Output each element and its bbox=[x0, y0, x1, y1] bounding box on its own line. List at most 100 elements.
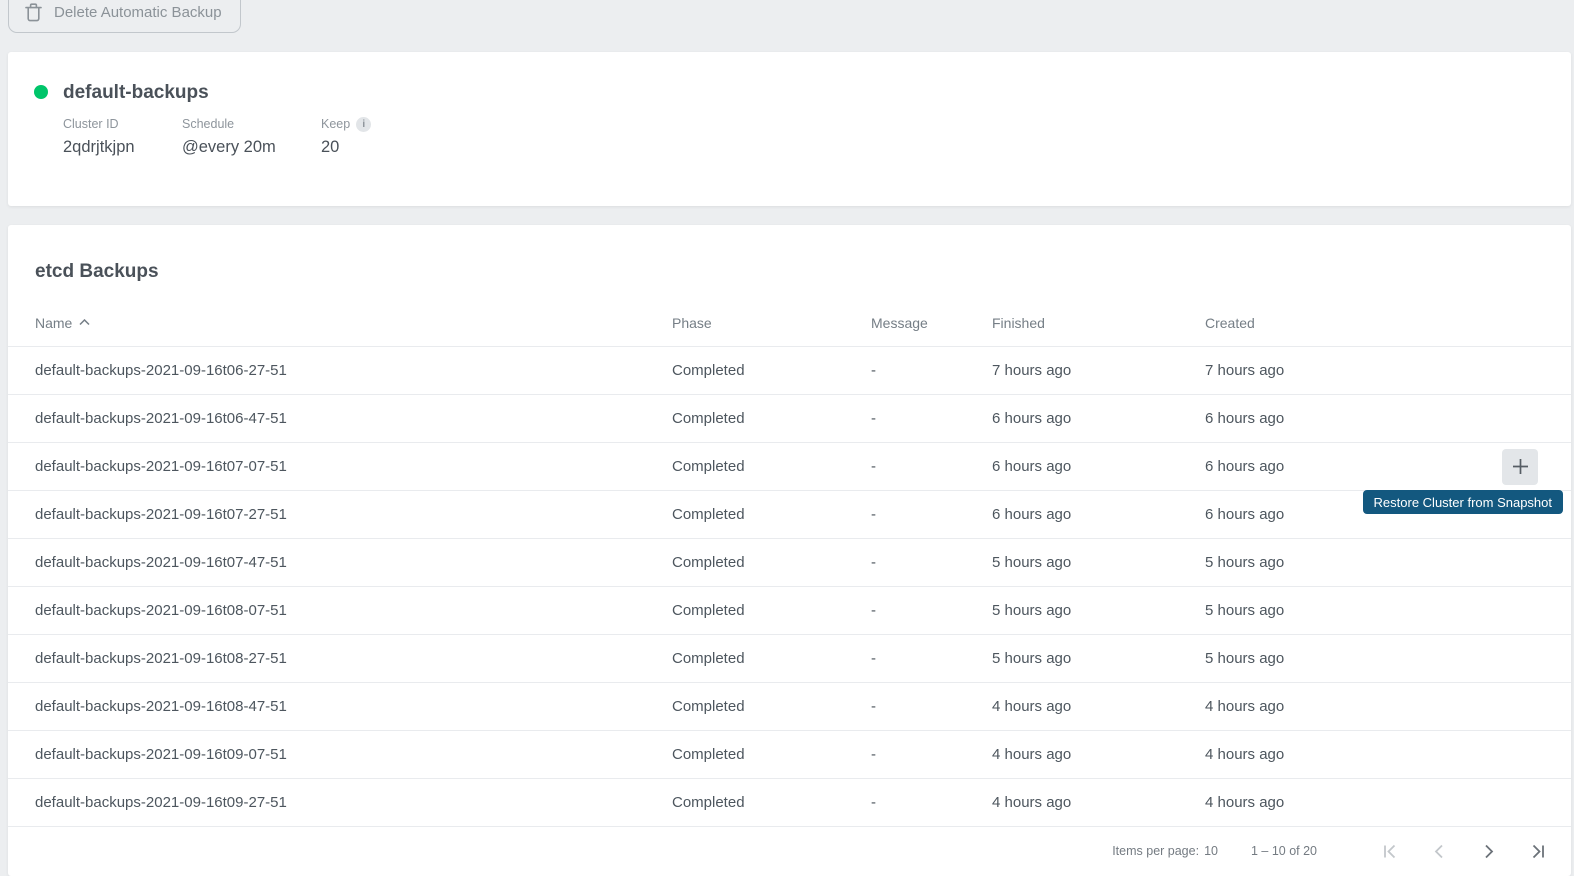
cell-message: - bbox=[871, 746, 992, 763]
cell-message: - bbox=[871, 602, 992, 619]
backup-config-card: default-backups Cluster ID 2qdrjtkjpn Sc… bbox=[8, 52, 1571, 206]
cell-message: - bbox=[871, 458, 992, 475]
cell-actions bbox=[1468, 449, 1571, 485]
cell-created: 4 hours ago bbox=[1205, 698, 1571, 715]
delete-button-label: Delete Automatic Backup bbox=[54, 4, 222, 21]
field-schedule: Schedule @every 20m bbox=[182, 116, 321, 157]
cell-name: default-backups-2021-09-16t06-47-51 bbox=[35, 410, 672, 427]
delete-automatic-backup-button[interactable]: Delete Automatic Backup bbox=[8, 0, 241, 33]
field-value: 2qdrjtkjpn bbox=[63, 138, 182, 157]
field-label-text: Keep bbox=[321, 117, 350, 131]
cell-finished: 5 hours ago bbox=[992, 602, 1205, 619]
cell-created: 5 hours ago bbox=[1205, 602, 1571, 619]
cell-finished: 6 hours ago bbox=[992, 458, 1205, 475]
field-label: Keep i bbox=[321, 116, 371, 132]
cell-name: default-backups-2021-09-16t07-47-51 bbox=[35, 554, 672, 571]
restore-cluster-button[interactable] bbox=[1502, 449, 1538, 485]
cell-message: - bbox=[871, 794, 992, 811]
cell-phase: Completed bbox=[672, 650, 871, 667]
table-row[interactable]: default-backups-2021-09-16t07-27-51 Comp… bbox=[8, 491, 1571, 539]
table-row[interactable]: default-backups-2021-09-16t08-47-51 Comp… bbox=[8, 683, 1571, 731]
cell-name: default-backups-2021-09-16t09-27-51 bbox=[35, 794, 672, 811]
field-keep: Keep i 20 bbox=[321, 116, 371, 157]
cell-message: - bbox=[871, 410, 992, 427]
cell-finished: 4 hours ago bbox=[992, 746, 1205, 763]
cell-phase: Completed bbox=[672, 554, 871, 571]
cell-phase: Completed bbox=[672, 794, 871, 811]
last-page-icon[interactable] bbox=[1517, 831, 1557, 871]
cell-phase: Completed bbox=[672, 458, 871, 475]
info-icon[interactable]: i bbox=[356, 117, 371, 132]
cell-created: 4 hours ago bbox=[1205, 746, 1571, 763]
items-per-page-value: 10 bbox=[1204, 844, 1218, 858]
cell-name: default-backups-2021-09-16t09-07-51 bbox=[35, 746, 672, 763]
etcd-backups-card: etcd Backups Name Phase Message Finished… bbox=[8, 225, 1571, 876]
field-cluster-id: Cluster ID 2qdrjtkjpn bbox=[63, 116, 182, 157]
column-header-created[interactable]: Created bbox=[1205, 315, 1571, 331]
table-title: etcd Backups bbox=[35, 259, 1571, 285]
trash-icon bbox=[25, 3, 42, 22]
table-row[interactable]: default-backups-2021-09-16t09-27-51 Comp… bbox=[8, 779, 1571, 827]
restore-cluster-tooltip: Restore Cluster from Snapshot bbox=[1363, 490, 1563, 514]
cell-created: 5 hours ago bbox=[1205, 554, 1571, 571]
column-header-phase[interactable]: Phase bbox=[672, 315, 871, 331]
cell-finished: 7 hours ago bbox=[992, 362, 1205, 379]
column-header-name-label: Name bbox=[35, 315, 72, 331]
cell-phase: Completed bbox=[672, 746, 871, 763]
backup-config-fields: Cluster ID 2qdrjtkjpn Schedule @every 20… bbox=[63, 116, 371, 157]
table-row-hovered[interactable]: default-backups-2021-09-16t07-07-51 Comp… bbox=[8, 443, 1571, 491]
cell-message: - bbox=[871, 506, 992, 523]
cell-created: 6 hours ago bbox=[1205, 458, 1468, 475]
etcd-backups-page: { "toolbar": { "delete_button_label": "D… bbox=[0, 0, 1574, 876]
cell-finished: 4 hours ago bbox=[992, 794, 1205, 811]
cell-name: default-backups-2021-09-16t08-27-51 bbox=[35, 650, 672, 667]
column-header-message[interactable]: Message bbox=[871, 315, 992, 331]
table-row[interactable]: default-backups-2021-09-16t06-27-51 Comp… bbox=[8, 347, 1571, 395]
cell-finished: 6 hours ago bbox=[992, 506, 1205, 523]
column-header-finished[interactable]: Finished bbox=[992, 315, 1205, 331]
paginator-range-label: 1 – 10 of 20 bbox=[1251, 844, 1317, 858]
cell-created: 4 hours ago bbox=[1205, 794, 1571, 811]
table-row[interactable]: default-backups-2021-09-16t08-27-51 Comp… bbox=[8, 635, 1571, 683]
cell-finished: 5 hours ago bbox=[992, 650, 1205, 667]
cell-name: default-backups-2021-09-16t07-27-51 bbox=[35, 506, 672, 523]
cell-name: default-backups-2021-09-16t08-47-51 bbox=[35, 698, 672, 715]
backup-config-name: default-backups bbox=[63, 81, 209, 105]
cell-name: default-backups-2021-09-16t06-27-51 bbox=[35, 362, 672, 379]
cell-finished: 4 hours ago bbox=[992, 698, 1205, 715]
cell-phase: Completed bbox=[672, 410, 871, 427]
status-dot-icon bbox=[34, 85, 48, 99]
table-row[interactable]: default-backups-2021-09-16t08-07-51 Comp… bbox=[8, 587, 1571, 635]
cell-created: 6 hours ago bbox=[1205, 410, 1571, 427]
cell-message: - bbox=[871, 362, 992, 379]
cell-phase: Completed bbox=[672, 506, 871, 523]
items-per-page-label: Items per page: bbox=[1112, 844, 1199, 858]
cell-phase: Completed bbox=[672, 602, 871, 619]
cell-finished: 6 hours ago bbox=[992, 410, 1205, 427]
column-header-name[interactable]: Name bbox=[35, 315, 672, 331]
cell-phase: Completed bbox=[672, 362, 871, 379]
field-value: @every 20m bbox=[182, 138, 321, 157]
previous-page-icon[interactable] bbox=[1419, 831, 1459, 871]
paginator: Items per page: 10 1 – 10 of 20 bbox=[8, 827, 1571, 875]
cell-message: - bbox=[871, 698, 992, 715]
first-page-icon[interactable] bbox=[1370, 831, 1410, 871]
cell-name: default-backups-2021-09-16t08-07-51 bbox=[35, 602, 672, 619]
table-row[interactable]: default-backups-2021-09-16t06-47-51 Comp… bbox=[8, 395, 1571, 443]
cell-finished: 5 hours ago bbox=[992, 554, 1205, 571]
cell-name: default-backups-2021-09-16t07-07-51 bbox=[35, 458, 672, 475]
cell-message: - bbox=[871, 650, 992, 667]
table-header-row: Name Phase Message Finished Created bbox=[8, 299, 1571, 347]
field-value: 20 bbox=[321, 138, 371, 157]
cell-created: 5 hours ago bbox=[1205, 650, 1571, 667]
table-row[interactable]: default-backups-2021-09-16t07-47-51 Comp… bbox=[8, 539, 1571, 587]
table-row[interactable]: default-backups-2021-09-16t09-07-51 Comp… bbox=[8, 731, 1571, 779]
next-page-icon[interactable] bbox=[1468, 831, 1508, 871]
plus-icon bbox=[1512, 458, 1529, 475]
cell-phase: Completed bbox=[672, 698, 871, 715]
items-per-page-select[interactable]: Items per page: 10 bbox=[1112, 844, 1218, 858]
sort-asc-icon bbox=[79, 319, 90, 326]
cell-message: - bbox=[871, 554, 992, 571]
field-label: Schedule bbox=[182, 116, 321, 132]
field-label: Cluster ID bbox=[63, 116, 182, 132]
